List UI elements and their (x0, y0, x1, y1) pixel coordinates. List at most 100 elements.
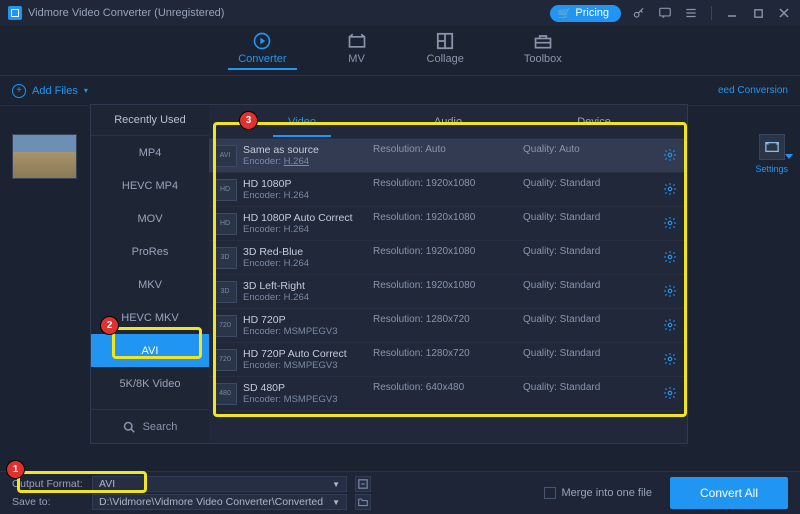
file-row[interactable] (12, 134, 77, 179)
save-to-value: D:\Vidmore\Vidmore Video Converter\Conve… (99, 496, 323, 508)
tab-mv[interactable]: MV (347, 32, 367, 69)
chevron-down-icon: ▼ (332, 480, 340, 489)
preset-row[interactable]: 480SD 480PEncoder: MSMPEGV3Resolution: 6… (209, 377, 687, 411)
category-tabs: Video Audio Device (209, 105, 687, 139)
chevron-down-icon: ▼ (332, 498, 340, 507)
preset-quality: Quality: Standard (523, 348, 633, 371)
preset-row[interactable]: 720HD 720P Auto CorrectEncoder: MSMPEGV3… (209, 343, 687, 377)
preset-row[interactable]: 3D3D Left-RightEncoder: H.264Resolution:… (209, 275, 687, 309)
preset-row[interactable]: HD HD 1080PEncoder: H.264Resolution: 1920… (209, 173, 687, 207)
preset-name: HD 720P (243, 314, 373, 326)
preset-name: HD 720P Auto Correct (243, 348, 373, 360)
search-label: Search (143, 421, 178, 433)
menu-icon[interactable] (683, 5, 699, 21)
preset-name: 3D Left-Right (243, 280, 373, 292)
preset-name: Same as source (243, 144, 373, 156)
format-item-prores[interactable]: ProRes (91, 235, 209, 268)
preset-resolution: Resolution: 1280x720 (373, 348, 523, 371)
preset-icon: AVI (213, 145, 237, 167)
convert-all-button[interactable]: Convert All (670, 477, 788, 509)
speed-conversion-link[interactable]: eed Conversion (718, 85, 788, 96)
toolbox-icon (533, 32, 553, 50)
format-item-5k-8k-video[interactable]: 5K/8K Video (91, 367, 209, 400)
tab-converter[interactable]: Converter (238, 32, 286, 69)
format-item-mov[interactable]: MOV (91, 202, 209, 235)
preset-encoder: Encoder: MSMPEGV3 (243, 326, 373, 337)
preset-quality: Quality: Standard (523, 382, 633, 405)
preset-encoder: Encoder: H.264 (243, 190, 373, 201)
preset-icon: 480 (213, 383, 237, 405)
add-files-button[interactable]: + Add Files ▾ (12, 84, 88, 98)
preset-row[interactable]: 3D3D Red-BlueEncoder: H.264Resolution: 1… (209, 241, 687, 275)
cat-tab-audio[interactable]: Audio (375, 108, 521, 136)
gear-icon[interactable] (663, 182, 679, 198)
chevron-down-icon[interactable] (785, 154, 793, 159)
preset-icon: 720 (213, 315, 237, 337)
save-to-label: Save to: (12, 496, 84, 508)
preset-row[interactable]: 720HD 720PEncoder: MSMPEGV3Resolution: 1… (209, 309, 687, 343)
key-icon[interactable] (631, 5, 647, 21)
cat-tab-device[interactable]: Device (521, 108, 667, 136)
format-item-avi[interactable]: AVI (91, 334, 209, 367)
preset-resolution: Resolution: 1920x1080 (373, 280, 523, 303)
tab-label: Collage (427, 53, 464, 65)
preset-resolution: Resolution: 1920x1080 (373, 212, 523, 235)
video-thumbnail[interactable] (12, 134, 77, 179)
preset-row[interactable]: AVISame as sourceEncoder: H.264Resolutio… (209, 139, 687, 173)
open-folder-button[interactable] (355, 494, 371, 510)
search-bar[interactable]: Search (91, 409, 209, 443)
pricing-button[interactable]: 🛒 Pricing (550, 5, 621, 22)
pricing-label: Pricing (575, 7, 609, 19)
recently-used-tab[interactable]: Recently Used (91, 105, 209, 136)
gear-icon[interactable] (663, 284, 679, 300)
settings-link[interactable]: Settings (755, 164, 788, 174)
callout-3: 3 (240, 112, 257, 129)
maximize-button[interactable] (750, 5, 766, 21)
gear-icon[interactable] (663, 216, 679, 232)
gear-icon[interactable] (663, 352, 679, 368)
gear-icon[interactable] (663, 386, 679, 402)
output-format-tile[interactable] (759, 134, 785, 160)
format-item-hevc-mp4[interactable]: HEVC MP4 (91, 169, 209, 202)
gear-icon[interactable] (663, 318, 679, 334)
preset-resolution: Resolution: 1920x1080 (373, 178, 523, 201)
preset-name: HD 1080P (243, 178, 373, 190)
output-format-select[interactable]: AVI ▼ (92, 476, 347, 492)
titlebar: Vidmore Video Converter (Unregistered) 🛒… (0, 0, 800, 26)
output-panel: Settings (755, 134, 788, 174)
save-to-select[interactable]: D:\Vidmore\Vidmore Video Converter\Conve… (92, 494, 347, 510)
merge-checkbox[interactable]: Merge into one file (544, 487, 653, 499)
tab-collage[interactable]: Collage (427, 32, 464, 69)
preset-encoder: Encoder: H.264 (243, 258, 373, 269)
preset-quality: Quality: Auto (523, 144, 633, 167)
preset-encoder: Encoder: H.264 (243, 156, 373, 167)
feedback-icon[interactable] (657, 5, 673, 21)
output-format-action[interactable] (355, 476, 371, 492)
preset-quality: Quality: Standard (523, 314, 633, 337)
preset-resolution: Resolution: 1920x1080 (373, 246, 523, 269)
tab-toolbox[interactable]: Toolbox (524, 32, 562, 69)
preset-name: HD 1080P Auto Correct (243, 212, 373, 224)
output-format-value: AVI (99, 478, 115, 490)
checkbox-icon (544, 487, 556, 499)
plus-icon: + (12, 84, 26, 98)
gear-icon[interactable] (663, 148, 679, 164)
format-item-mkv[interactable]: MKV (91, 268, 209, 301)
preset-list[interactable]: AVISame as sourceEncoder: H.264Resolutio… (209, 139, 687, 443)
preset-name: SD 480P (243, 382, 373, 394)
format-item-mp4[interactable]: MP4 (91, 136, 209, 169)
add-files-label: Add Files (32, 85, 78, 97)
minimize-button[interactable] (724, 5, 740, 21)
window-title: Vidmore Video Converter (Unregistered) (28, 7, 224, 19)
content-area: Settings Recently Used MP4HEVC MP4MOVPro… (0, 106, 800, 471)
preset-icon: HD (213, 179, 237, 201)
chevron-down-icon: ▾ (84, 86, 88, 95)
preset-quality: Quality: Standard (523, 246, 633, 269)
callout-1: 1 (7, 461, 24, 478)
gear-icon[interactable] (663, 250, 679, 266)
preset-icon: HD (213, 213, 237, 235)
preset-row[interactable]: HDHD 1080P Auto CorrectEncoder: H.264Res… (209, 207, 687, 241)
callout-2: 2 (101, 317, 118, 334)
format-picker-popup: Recently Used MP4HEVC MP4MOVProResMKVHEV… (90, 104, 688, 444)
close-button[interactable] (776, 5, 792, 21)
